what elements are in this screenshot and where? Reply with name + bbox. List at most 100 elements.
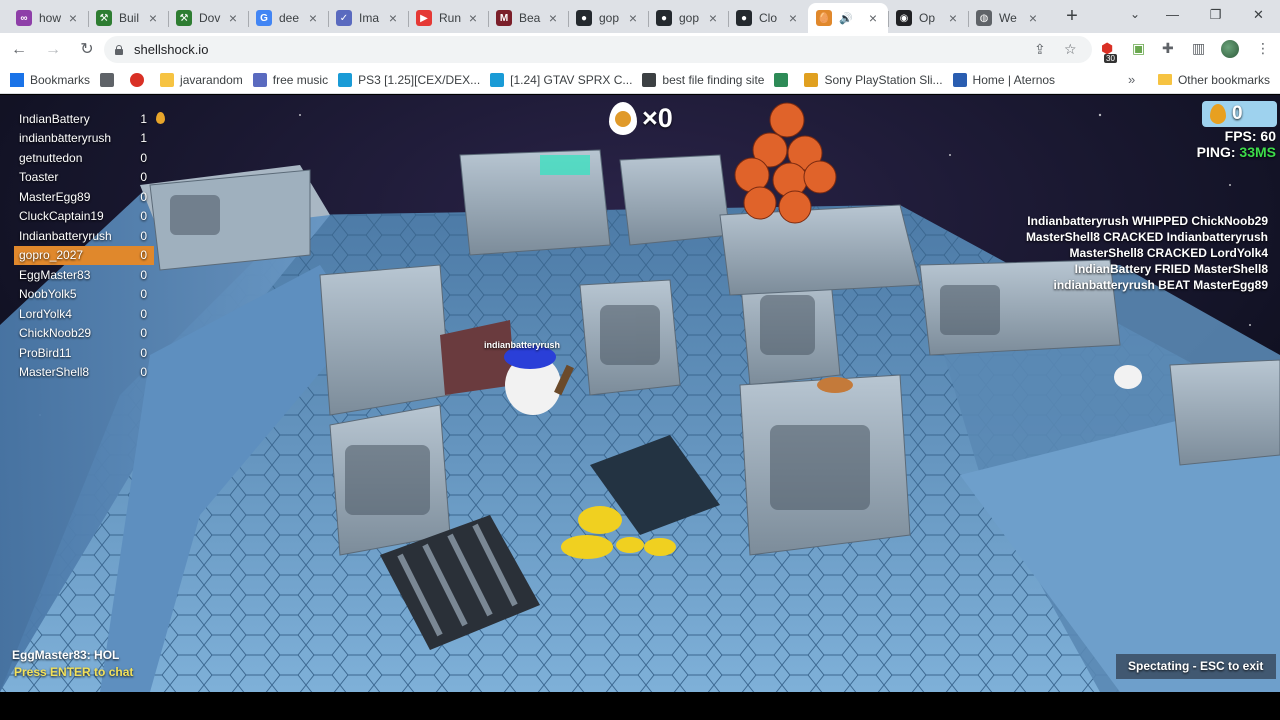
- player-name: ChickNoob29: [19, 326, 92, 341]
- bookmark-item[interactable]: [130, 72, 150, 87]
- player-score: 0: [140, 170, 147, 185]
- browser-tab[interactable]: ● gop ×: [648, 3, 728, 33]
- close-tab-icon[interactable]: ×: [1026, 11, 1040, 25]
- more-bookmarks-icon[interactable]: »: [1128, 72, 1135, 87]
- player-score: 0: [140, 267, 147, 282]
- tab-favicon-icon: ⚒: [176, 10, 192, 26]
- egg-currency[interactable]: 0: [1202, 101, 1277, 127]
- scoreboard-row: Indianbatteryrush 0: [14, 226, 154, 246]
- distant-egg-player: [1114, 365, 1142, 389]
- bookmark-label: PS3 [1.25][CEX/DEX...: [358, 72, 481, 87]
- close-tab-icon[interactable]: ×: [786, 11, 800, 25]
- address-bar[interactable]: shellshock.io ⇪ ☆: [104, 36, 1092, 63]
- close-tab-icon[interactable]: ×: [226, 11, 240, 25]
- player-name: gopro_2027: [19, 248, 84, 263]
- player-score: 0: [140, 326, 147, 341]
- browser-tab[interactable]: ▶ Run ×: [408, 3, 488, 33]
- tab-search-icon[interactable]: ⌄: [1130, 7, 1140, 21]
- kill-streak: ×0: [609, 102, 673, 135]
- close-tab-icon[interactable]: ×: [866, 11, 880, 25]
- url-text[interactable]: shellshock.io: [134, 42, 208, 57]
- bookmark-item[interactable]: [774, 72, 794, 87]
- tab-favicon-icon: ✓: [336, 10, 352, 26]
- tab-strip: ∞ how × ⚒ Buil × ⚒ Dov × Gdee × ✓ Ima × ▶ Run × M Bea × ● gop…: [0, 0, 1280, 33]
- tab-favicon-icon: ⚒: [96, 10, 112, 26]
- tab-title: We: [999, 11, 1017, 25]
- bookmark-star-icon[interactable]: ☆: [1064, 41, 1077, 58]
- bookmark-favicon-icon: [490, 72, 505, 87]
- share-icon[interactable]: ⇪: [1034, 41, 1046, 58]
- close-tab-icon[interactable]: ×: [66, 11, 80, 25]
- browser-tab[interactable]: ⚒ Dov ×: [168, 3, 248, 33]
- scoreboard-row: EggMaster83 0: [14, 265, 154, 285]
- bookmarks-bar: Bookmarks javarandom free music PS3 [1.25][…: [0, 66, 1280, 94]
- menu-kebab-icon[interactable]: ⋮: [1256, 40, 1270, 57]
- bookmark-item[interactable]: [100, 72, 120, 87]
- side-panel-icon[interactable]: ▥: [1192, 40, 1205, 57]
- close-tab-icon[interactable]: ×: [946, 11, 960, 25]
- kill-streak-count: ×0: [642, 103, 673, 133]
- bookmark-item[interactable]: [1.24] GTAV SPRX C...: [490, 72, 633, 87]
- bookmark-favicon-icon: [252, 72, 267, 87]
- tab-favicon-icon: G: [256, 10, 272, 26]
- egg-streak-icon: [609, 102, 637, 135]
- browser-tab[interactable]: M Bea ×: [488, 3, 568, 33]
- bookmark-item[interactable]: Home | Aternos: [952, 72, 1056, 87]
- bookmark-item[interactable]: best file finding site: [642, 72, 764, 87]
- close-tab-icon[interactable]: ×: [306, 11, 320, 25]
- audio-playing-icon[interactable]: 🔊: [839, 12, 853, 25]
- close-tab-icon[interactable]: ×: [386, 11, 400, 25]
- player-name: Toaster: [19, 170, 59, 185]
- browser-tab[interactable]: ∞ how ×: [8, 3, 88, 33]
- bookmark-item[interactable]: Sony PlayStation Sli...: [804, 72, 943, 87]
- close-tab-icon[interactable]: ×: [626, 11, 640, 25]
- maximize-icon[interactable]: ❐: [1194, 0, 1237, 30]
- browser-tab[interactable]: Gdee ×: [248, 3, 328, 33]
- chat-hint[interactable]: Press ENTER to chat: [14, 665, 133, 679]
- close-tab-icon[interactable]: ×: [546, 11, 560, 25]
- bookmark-favicon-icon: [160, 72, 175, 87]
- lock-icon[interactable]: [114, 44, 124, 55]
- bookmark-favicon-icon: [774, 72, 789, 87]
- tab-favicon-icon: ◉: [896, 10, 912, 26]
- profile-avatar[interactable]: [1221, 40, 1239, 58]
- reload-icon[interactable]: ↻: [72, 36, 102, 64]
- browser-tab[interactable]: ● gop ×: [568, 3, 648, 33]
- back-icon[interactable]: ←: [4, 36, 34, 64]
- tab-favicon-icon: ▶: [416, 10, 432, 26]
- egg-carton: [817, 377, 853, 393]
- perf-stats: FPS: 60 PING: 33MS: [1197, 128, 1276, 160]
- browser-toolbar: ← → ↻ shellshock.io ⇪ ☆: [0, 33, 1280, 66]
- forward-icon[interactable]: →: [38, 36, 68, 64]
- bookmark-item[interactable]: free music: [252, 72, 328, 87]
- close-window-icon[interactable]: ✕: [1237, 0, 1280, 30]
- close-tab-icon[interactable]: ×: [146, 11, 160, 25]
- bookmark-item[interactable]: javarandom: [160, 72, 243, 87]
- player-name: MasterShell8: [19, 365, 90, 380]
- leader-egg-icon: [156, 112, 165, 124]
- scoreboard-row: NoobYolk5 0: [14, 285, 154, 305]
- bookmark-item[interactable]: Bookmarks: [10, 72, 91, 87]
- game-canvas[interactable]: indianbatteryrush: [0, 95, 1280, 692]
- ping-readout: PING: 33MS: [1196, 144, 1276, 160]
- minimize-icon[interactable]: —: [1151, 0, 1194, 30]
- extension-icon[interactable]: ▣: [1132, 40, 1145, 57]
- bookmark-label: Bookmarks: [30, 72, 91, 87]
- browser-tab[interactable]: ● Clo ×: [728, 3, 808, 33]
- bookmark-item[interactable]: PS3 [1.25][CEX/DEX...: [338, 72, 481, 87]
- bookmark-label: [1.24] GTAV SPRX C...: [510, 72, 633, 87]
- extensions-puzzle-icon[interactable]: ✚: [1162, 40, 1174, 57]
- bookmark-label: Home | Aternos: [972, 72, 1056, 87]
- other-bookmarks[interactable]: Other bookmarks: [1157, 73, 1270, 87]
- new-tab-button[interactable]: +: [1058, 3, 1086, 31]
- browser-tab[interactable]: ◍ We ×: [968, 3, 1048, 33]
- browser-tab[interactable]: ◉ Op ×: [888, 3, 968, 33]
- scoreboard-row: CluckCaptain19 0: [14, 207, 154, 227]
- kill-feed-entry: indianbatteryrush BEAT MasterEgg89: [1053, 278, 1269, 292]
- browser-tab[interactable]: ✓ Ima ×: [328, 3, 408, 33]
- close-tab-icon[interactable]: ×: [706, 11, 720, 25]
- close-tab-icon[interactable]: ×: [466, 11, 480, 25]
- bookmark-favicon-icon: [952, 72, 967, 87]
- browser-tab[interactable]: ⚒ Buil ×: [88, 3, 168, 33]
- browser-tab[interactable]: 🥚 🔊 ×: [808, 3, 888, 33]
